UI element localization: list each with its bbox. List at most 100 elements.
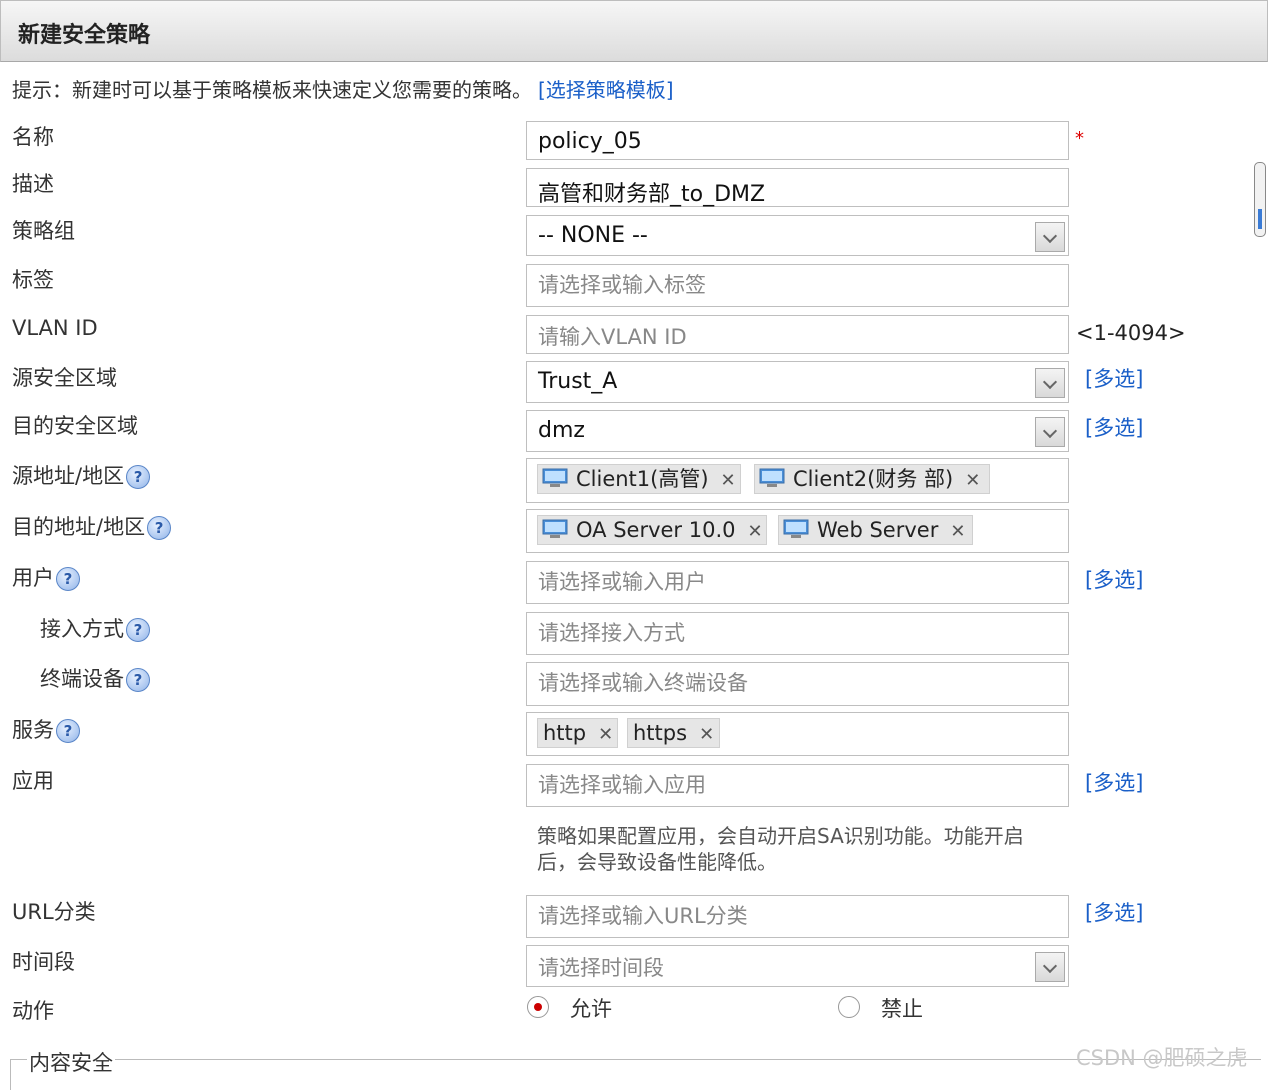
service-tag-text: https	[633, 721, 688, 745]
deny-radio[interactable]	[838, 996, 860, 1018]
address-tag-text: OA Server 10.0	[576, 518, 736, 542]
required-asterisk: *	[1075, 128, 1084, 149]
name-value: policy_05	[538, 129, 642, 154]
source-address-label: 源地址/地区?	[12, 460, 151, 490]
policy-group-select[interactable]: -- NONE --	[526, 215, 1069, 256]
deny-label: 禁止	[881, 997, 923, 1021]
name-label: 名称	[12, 125, 54, 149]
application-label: 应用	[12, 769, 54, 793]
time-range-placeholder: 请选择时间段	[538, 956, 664, 980]
vlan-input[interactable]: 请输入VLAN ID	[526, 315, 1069, 354]
access-method-label-text: 接入方式	[40, 617, 124, 641]
remove-tag-icon[interactable]: ✕	[598, 721, 613, 749]
template-hint: 提示：新建时可以基于策略模板来快速定义您需要的策略。 [选择策略模板]	[12, 74, 674, 103]
dialog-title: 新建安全策略	[18, 23, 151, 48]
address-tag-text: Client2(财务 部)	[793, 467, 954, 491]
application-multi-link[interactable]: [多选]	[1085, 767, 1143, 797]
access-method-input[interactable]: 请选择接入方式	[526, 612, 1069, 655]
hint-text: 提示：新建时可以基于策略模板来快速定义您需要的策略。	[12, 78, 532, 102]
remove-tag-icon[interactable]: ✕	[721, 467, 736, 495]
help-icon[interactable]: ?	[56, 719, 80, 743]
source-zone-label: 源安全区域	[12, 366, 117, 390]
help-icon[interactable]: ?	[126, 618, 150, 642]
chevron-down-icon[interactable]	[1035, 952, 1065, 982]
policy-group-label: 策略组	[12, 219, 75, 243]
user-input[interactable]: 请选择或输入用户	[526, 561, 1069, 604]
application-note-line: 策略如果配置应用，会自动开启SA识别功能。功能开启	[537, 824, 1024, 848]
vlan-placeholder: 请输入VLAN ID	[538, 325, 687, 349]
source-zone-select[interactable]: Trust_A	[526, 361, 1069, 403]
help-icon[interactable]: ?	[126, 465, 151, 489]
help-icon[interactable]: ?	[126, 668, 150, 692]
destination-address-input[interactable]: OA Server 10.0 ✕ Web Server ✕	[526, 509, 1069, 553]
destination-address-label: 目的地址/地区?	[12, 511, 172, 541]
address-tag-text: Client1(高管)	[576, 467, 709, 491]
terminal-device-input[interactable]: 请选择或输入终端设备	[526, 662, 1069, 706]
vertical-scrollbar[interactable]	[1254, 162, 1266, 237]
time-range-select[interactable]: 请选择时间段	[526, 945, 1069, 987]
vlan-label: VLAN ID	[12, 316, 98, 340]
name-input[interactable]: policy_05	[526, 121, 1069, 160]
url-category-placeholder: 请选择或输入URL分类	[538, 904, 748, 928]
action-label: 动作	[12, 999, 54, 1023]
computer-icon	[542, 468, 568, 487]
policy-group-value: -- NONE --	[538, 223, 648, 248]
service-label: 服务?	[12, 714, 80, 744]
computer-icon	[759, 468, 785, 487]
remove-tag-icon[interactable]: ✕	[950, 518, 965, 546]
dialog-title-bar: 新建安全策略	[0, 0, 1268, 62]
application-note: 策略如果配置应用，会自动开启SA识别功能。功能开启 后，会导致设备性能降低。	[537, 823, 1097, 875]
access-method-label: 接入方式?	[40, 613, 150, 643]
remove-tag-icon[interactable]: ✕	[699, 721, 714, 749]
terminal-device-placeholder: 请选择或输入终端设备	[538, 671, 748, 695]
description-label: 描述	[12, 172, 54, 196]
watermark: CSDN @肥硕之虎	[1076, 1046, 1248, 1070]
service-tag-text: http	[543, 721, 587, 745]
computer-icon	[783, 519, 809, 538]
user-label: 用户?	[12, 562, 80, 592]
tag-label: 标签	[12, 268, 54, 292]
destination-zone-multi-link[interactable]: [多选]	[1085, 412, 1143, 442]
chevron-down-icon[interactable]	[1035, 368, 1065, 398]
terminal-device-label: 终端设备?	[40, 663, 150, 693]
access-method-placeholder: 请选择接入方式	[538, 621, 685, 645]
service-label-text: 服务	[12, 718, 54, 742]
service-tag: http ✕	[537, 718, 618, 748]
chevron-down-icon[interactable]	[1035, 417, 1065, 447]
application-input[interactable]: 请选择或输入应用	[526, 764, 1069, 807]
allow-radio[interactable]	[527, 996, 549, 1018]
address-tag: OA Server 10.0 ✕	[537, 515, 767, 545]
address-tag: Client2(财务 部) ✕	[754, 464, 990, 494]
help-icon[interactable]: ?	[56, 567, 80, 591]
user-label-text: 用户	[12, 566, 54, 590]
chevron-down-icon[interactable]	[1035, 222, 1065, 252]
remove-tag-icon[interactable]: ✕	[965, 467, 980, 495]
url-category-label: URL分类	[12, 900, 96, 924]
remove-tag-icon[interactable]: ✕	[748, 518, 763, 546]
address-tag: Client1(高管) ✕	[537, 464, 741, 494]
vlan-range-hint: <1-4094>	[1076, 321, 1186, 345]
address-tag-text: Web Server	[817, 518, 939, 542]
help-icon[interactable]: ?	[147, 516, 172, 540]
service-tag: https ✕	[627, 718, 720, 748]
tag-input[interactable]: 请选择或输入标签	[526, 264, 1069, 307]
address-tag: Web Server ✕	[778, 515, 973, 545]
user-multi-link[interactable]: [多选]	[1085, 564, 1143, 594]
destination-zone-label: 目的安全区域	[12, 414, 138, 438]
source-address-input[interactable]: Client1(高管) ✕ Client2(财务 部) ✕	[526, 458, 1069, 503]
content-security-legend: 内容安全	[27, 1047, 115, 1077]
allow-label: 允许	[570, 997, 612, 1021]
source-zone-multi-link[interactable]: [多选]	[1085, 363, 1143, 393]
select-template-link[interactable]: [选择策略模板]	[538, 78, 674, 102]
url-category-multi-link[interactable]: [多选]	[1085, 897, 1143, 927]
destination-zone-select[interactable]: dmz	[526, 410, 1069, 452]
description-value: 高管和财务部_to_DMZ	[538, 182, 766, 207]
source-address-label-text: 源地址/地区	[12, 464, 125, 488]
content-security-section: 内容安全	[10, 1047, 1261, 1090]
time-range-label: 时间段	[12, 950, 75, 974]
terminal-device-label-text: 终端设备	[40, 667, 124, 691]
url-category-input[interactable]: 请选择或输入URL分类	[526, 895, 1069, 938]
description-input[interactable]: 高管和财务部_to_DMZ	[526, 168, 1069, 207]
computer-icon	[542, 519, 568, 538]
service-input[interactable]: http ✕ https ✕	[526, 712, 1069, 756]
